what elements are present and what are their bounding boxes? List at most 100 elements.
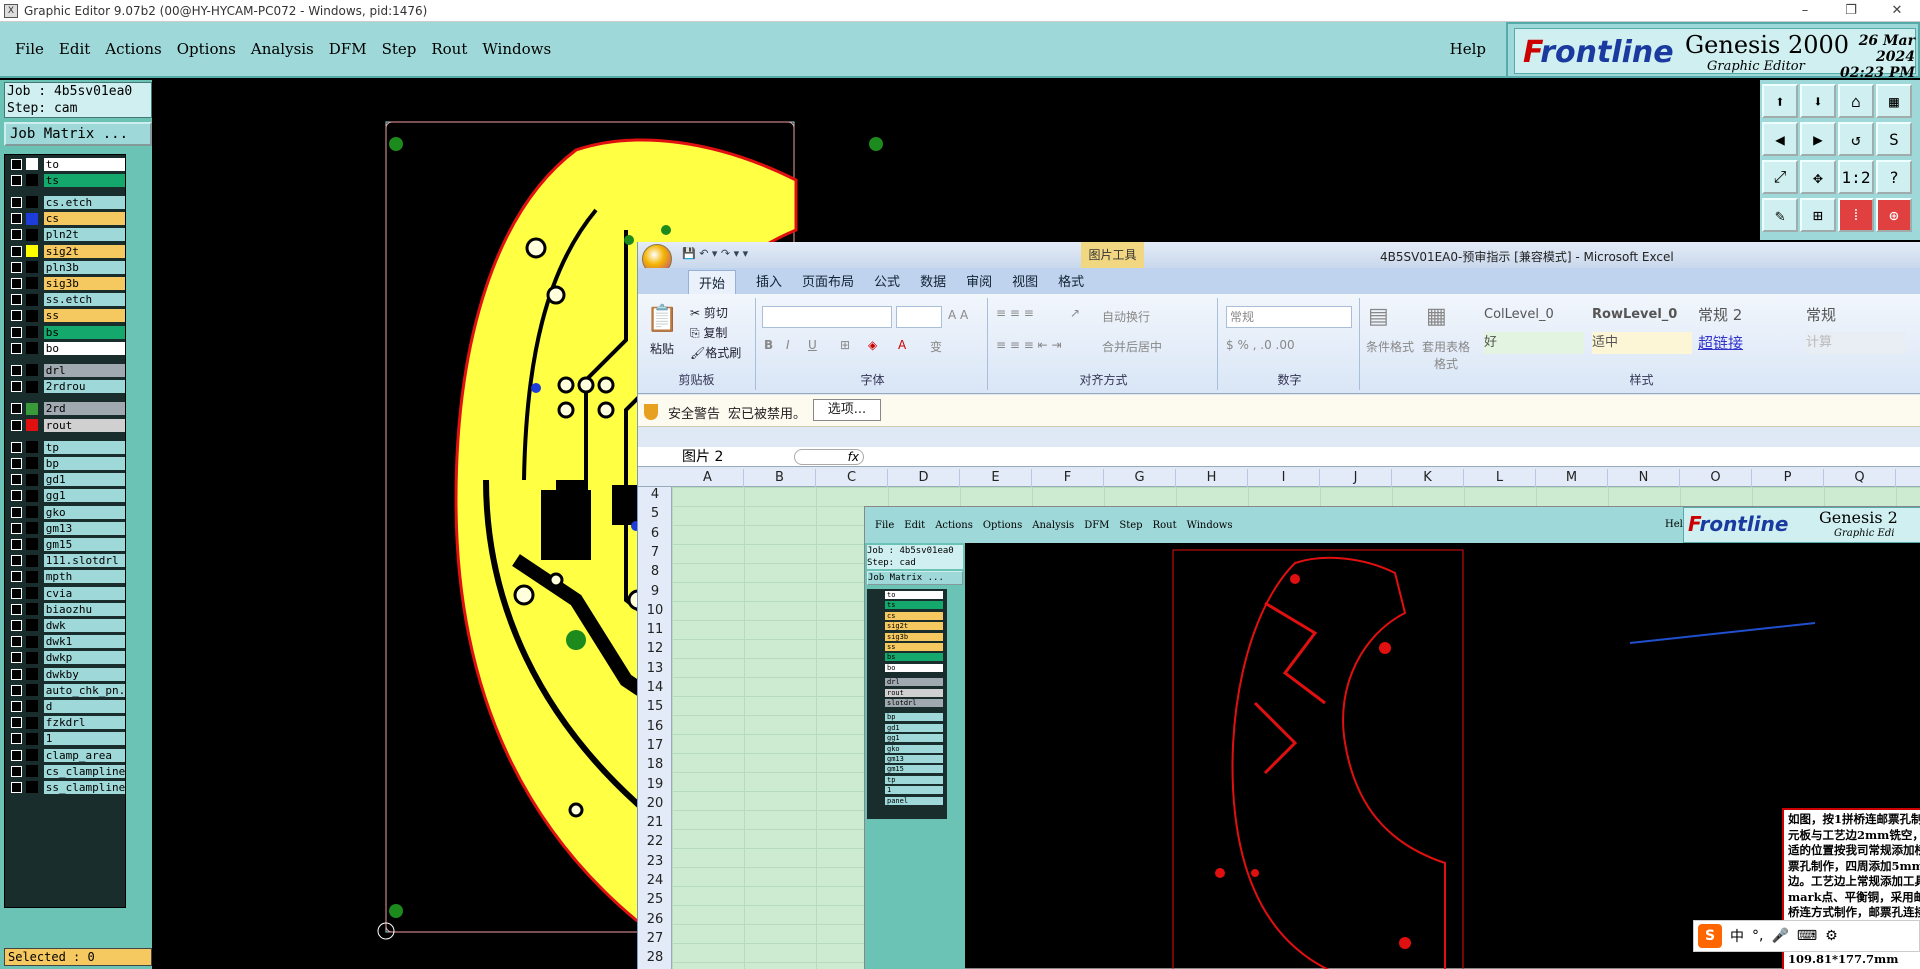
cut-button[interactable]: ✂ 剪切 <box>690 304 728 321</box>
snap-icon[interactable]: ↺ <box>1838 122 1874 156</box>
layer-checkbox[interactable] <box>11 441 22 453</box>
mic-icon[interactable]: 🎤 <box>1771 928 1788 944</box>
layer-color-swatch[interactable] <box>25 538 38 551</box>
layer-color-swatch[interactable] <box>25 781 38 794</box>
layer-name[interactable]: cvia <box>43 586 125 600</box>
restore-icon[interactable]: ❐ <box>1828 0 1874 22</box>
name-box[interactable]: 图片 2 <box>682 447 792 467</box>
row-header[interactable]: 12 <box>638 641 672 656</box>
layer-icon[interactable]: ⁞ <box>1838 198 1874 232</box>
layer-row-gd1[interactable]: gd1 <box>7 473 125 487</box>
layer-name[interactable]: 2rd <box>43 402 125 416</box>
tab-insert[interactable]: 插入 <box>756 271 782 290</box>
sogou-icon[interactable]: S <box>1698 924 1722 948</box>
layer-name[interactable]: ss.etch <box>43 293 125 307</box>
layer-checkbox[interactable] <box>11 294 22 306</box>
layer-name[interactable]: biaozhu <box>43 602 125 616</box>
layer-checkbox[interactable] <box>11 403 22 415</box>
layer-checkbox[interactable] <box>11 474 22 486</box>
wrap-text-button[interactable]: 自动换行 <box>1102 308 1150 325</box>
pan-right-icon[interactable]: ▶ <box>1800 122 1836 156</box>
layer-color-swatch[interactable] <box>25 522 38 535</box>
row-header[interactable]: 24 <box>638 873 672 888</box>
layer-color-swatch[interactable] <box>25 635 38 648</box>
layer-row-tp[interactable]: tp <box>7 440 125 454</box>
conditional-format-icon[interactable]: ▤ <box>1368 304 1389 329</box>
center-icon[interactable]: ✥ <box>1800 160 1836 194</box>
currency-icon[interactable]: $ % , .0 .00 <box>1226 338 1295 352</box>
keyboard-icon[interactable]: ⌨ <box>1797 928 1817 944</box>
layer-checkbox[interactable] <box>11 277 22 289</box>
menu-dfm[interactable]: DFM <box>329 40 367 58</box>
layer-color-swatch[interactable] <box>25 228 38 241</box>
tab-home[interactable]: 开始 <box>688 270 737 294</box>
layer-color-swatch[interactable] <box>25 668 38 680</box>
layer-checkbox[interactable] <box>11 636 22 648</box>
layer-checkbox[interactable] <box>11 261 22 273</box>
job-matrix-button[interactable]: Job Matrix ... <box>4 122 152 146</box>
layer-color-swatch[interactable] <box>25 554 38 567</box>
layer-name[interactable]: gm15 <box>43 537 125 551</box>
layer-name[interactable]: bo <box>43 341 125 355</box>
row-header[interactable]: 23 <box>638 854 672 869</box>
layer-row-2rd[interactable]: 2rd <box>7 402 125 416</box>
layer-checkbox[interactable] <box>11 733 22 745</box>
underline-icon[interactable]: U <box>808 338 817 352</box>
layer-name[interactable]: pln3b <box>43 260 125 274</box>
grow-font-icon[interactable]: A A <box>948 308 968 322</box>
italic-icon[interactable]: I <box>786 338 790 352</box>
column-header[interactable]: L <box>1464 469 1536 487</box>
layer-color-swatch[interactable] <box>25 158 38 170</box>
layer-color-swatch[interactable] <box>25 326 38 338</box>
layer-name[interactable]: tp <box>43 440 125 454</box>
style-normal[interactable]: 常规 <box>1806 304 1906 326</box>
layer-name[interactable]: gko <box>43 505 125 519</box>
layer-color-swatch[interactable] <box>25 651 38 664</box>
row-header[interactable]: 8 <box>638 564 672 579</box>
row-header[interactable]: 13 <box>638 661 672 676</box>
layer-name[interactable]: 111.slotdrl <box>43 554 125 568</box>
layer-color-swatch[interactable] <box>25 174 38 187</box>
font-size-select[interactable] <box>896 306 942 328</box>
menu-windows[interactable]: Windows <box>482 40 551 58</box>
row-header[interactable]: 19 <box>638 777 672 792</box>
menu-edit[interactable]: Edit <box>59 40 90 58</box>
column-header[interactable]: E <box>960 469 1032 487</box>
layer-name[interactable]: cs_clampline <box>43 764 125 778</box>
layer-checkbox[interactable] <box>11 326 22 338</box>
row-header[interactable]: 27 <box>638 931 672 946</box>
punctuation-icon[interactable]: °, <box>1752 928 1763 944</box>
row-header[interactable]: 25 <box>638 892 672 907</box>
layer-color-swatch[interactable] <box>25 277 38 290</box>
layer-row-gm15[interactable]: gm15 <box>7 537 125 551</box>
help-icon[interactable]: ? <box>1876 160 1912 194</box>
layer-checkbox[interactable] <box>11 342 22 354</box>
conditional-format-button[interactable]: 条件格式 <box>1366 338 1414 355</box>
layer-color-swatch[interactable] <box>25 749 38 761</box>
layer-name[interactable]: dwkp <box>43 651 125 665</box>
layer-checkbox[interactable] <box>11 213 22 225</box>
row-header[interactable]: 15 <box>638 699 672 714</box>
layer-row-ss-clampline[interactable]: ss_clampline <box>7 780 125 794</box>
column-header[interactable]: H <box>1176 469 1248 487</box>
layer-row-biaozhu[interactable]: biaozhu <box>7 602 125 616</box>
layer-checkbox[interactable] <box>11 668 22 680</box>
tab-review[interactable]: 审阅 <box>966 271 992 290</box>
style-calc[interactable]: 计算 <box>1806 332 1906 354</box>
layer-color-swatch[interactable] <box>25 293 38 306</box>
layer-name[interactable]: 1 <box>43 732 125 746</box>
layer-checkbox[interactable] <box>11 603 22 615</box>
layer-row-gko[interactable]: gko <box>7 505 125 519</box>
row-header[interactable]: 18 <box>638 757 672 772</box>
layer-name[interactable]: rout <box>43 418 125 432</box>
column-header[interactable]: O <box>1680 469 1752 487</box>
style-good[interactable]: 好 <box>1484 332 1584 354</box>
layer-name[interactable]: dwk1 <box>43 635 125 649</box>
layer-color-swatch[interactable] <box>25 765 38 778</box>
layer-row-cs-etch[interactable]: cs.etch <box>7 195 125 209</box>
layer-row-drl[interactable]: drl <box>7 363 125 377</box>
row-header[interactable]: 11 <box>638 622 672 637</box>
ime-lang[interactable]: 中 <box>1730 926 1744 946</box>
layer-name[interactable]: ss_clampline <box>43 780 125 794</box>
menu-actions[interactable]: Actions <box>105 40 161 58</box>
